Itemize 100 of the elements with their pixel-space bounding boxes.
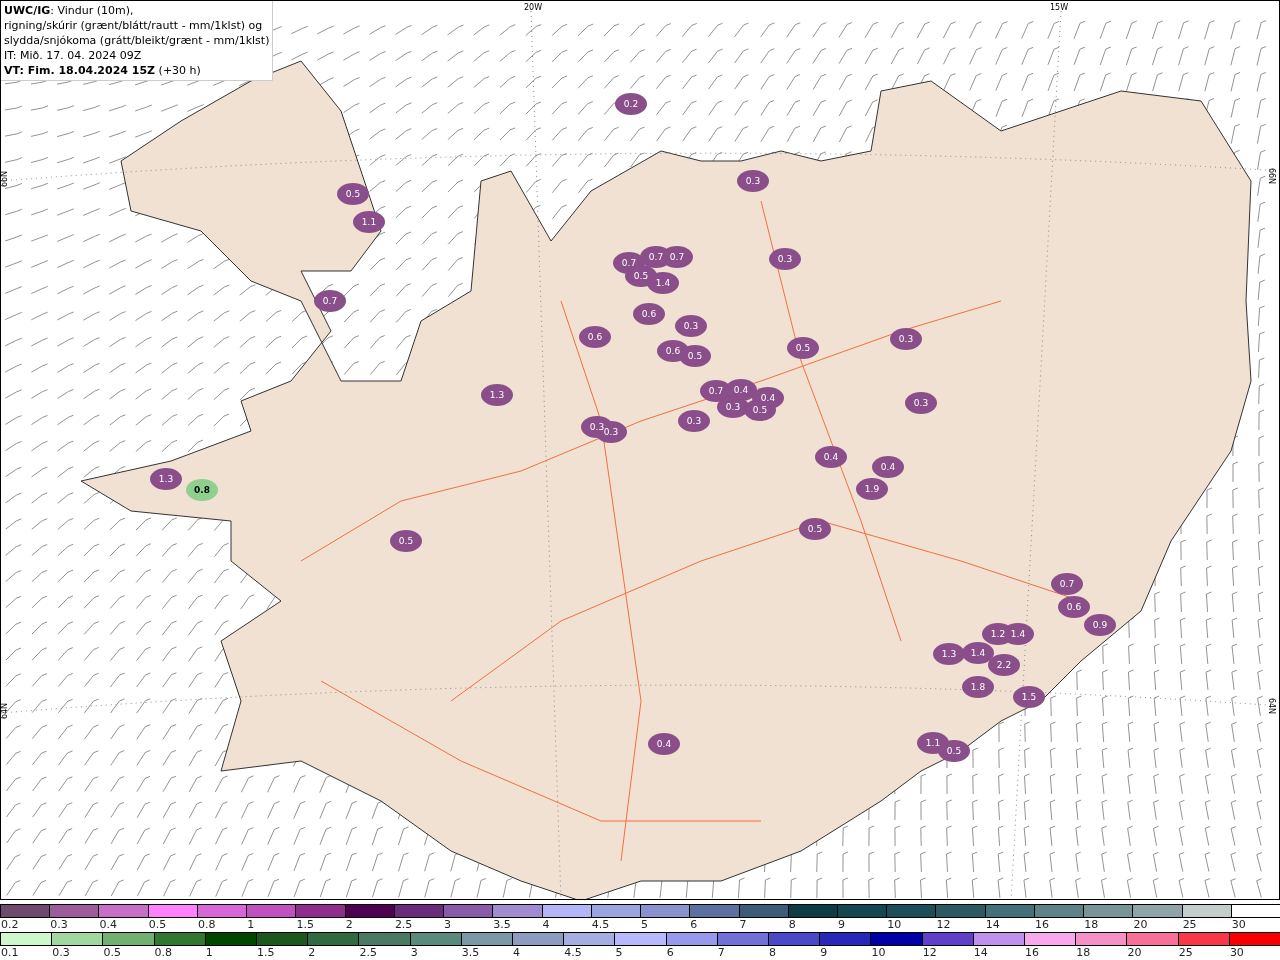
precipitation-area xyxy=(799,518,831,540)
title-line: UWC/IG: Vindur (10m), xyxy=(4,3,135,18)
legend-label: 8 xyxy=(768,946,778,959)
legend-label: 1 xyxy=(204,946,214,959)
legend-label: 12 xyxy=(921,946,938,959)
precipitation-area xyxy=(314,290,346,312)
precipitation-value: 1.3 xyxy=(158,474,174,484)
precipitation-area xyxy=(390,530,422,552)
precipitation-area xyxy=(615,93,647,115)
legend-label: 12 xyxy=(935,918,952,931)
legend-label: 10 xyxy=(870,946,887,959)
precipitation-value: 0.3 xyxy=(913,398,929,408)
legend-label: 16 xyxy=(1033,918,1050,931)
precipitation-value: 0.4 xyxy=(656,739,672,749)
precipitation-area xyxy=(905,392,937,414)
legend-label: 0.8 xyxy=(153,946,174,959)
legend-label: 0.5 xyxy=(102,946,122,959)
precipitation-area xyxy=(186,479,218,501)
precipitation-value: 0.5 xyxy=(398,536,414,546)
precipitation-value: 1.4 xyxy=(970,648,986,658)
precipitation-value: 0.3 xyxy=(589,422,605,432)
precipitation-value: 0.7 xyxy=(621,258,637,268)
legend-label: 9 xyxy=(837,918,846,931)
legend-label: 3.5 xyxy=(492,918,512,931)
precipitation-area xyxy=(678,410,710,432)
legend-label: 0.5 xyxy=(147,918,168,931)
title-line: VT: Fim. 18.04.2024 15Z (+30 h) xyxy=(4,63,202,78)
precipitation-value: 0.4 xyxy=(823,452,839,462)
precipitation-value: 2.2 xyxy=(996,660,1012,670)
precipitation-value: 0.3 xyxy=(683,321,699,331)
precipitation-value: 1.1 xyxy=(925,738,941,748)
precipitation-area xyxy=(872,456,904,478)
precipitation-value: 0.7 xyxy=(669,252,685,262)
legend-label: 1.5 xyxy=(295,918,315,931)
precipitation-area xyxy=(933,643,965,665)
latitude-label: 66N xyxy=(1,170,9,188)
precipitation-value: 0.5 xyxy=(752,405,768,415)
longitude-label: 20W xyxy=(523,3,543,12)
precipitation-value: 0.5 xyxy=(687,351,703,361)
legend-label: 3 xyxy=(409,946,419,959)
precipitation-value: 0.9 xyxy=(1092,620,1108,630)
legend-label: 9 xyxy=(819,946,829,959)
longitude-label: 15W xyxy=(1049,3,1069,12)
legend-label: 2 xyxy=(344,918,354,931)
precipitation-value: 0.3 xyxy=(898,334,914,344)
precipitation-area xyxy=(769,248,801,270)
legend-label: 30 xyxy=(1230,918,1247,931)
precipitation-value: 0.5 xyxy=(807,524,823,534)
legend-label: 14 xyxy=(984,918,1001,931)
legend-label: 20 xyxy=(1132,918,1149,931)
precipitation-area xyxy=(648,733,680,755)
precipitation-area xyxy=(633,303,665,325)
precipitation-area xyxy=(737,170,769,192)
legend-label: 25 xyxy=(1177,946,1194,959)
precipitation-area xyxy=(1058,596,1090,618)
legend-label: 2.5 xyxy=(358,946,378,959)
legend-label: 30 xyxy=(1228,946,1245,959)
precipitation-value: 0.5 xyxy=(633,271,649,281)
legend-label: 0.3 xyxy=(49,918,69,931)
precipitation-area xyxy=(962,642,994,664)
legend-label: 0.2 xyxy=(0,918,20,931)
legend-label: 5 xyxy=(640,918,650,931)
precipitation-area xyxy=(353,211,385,233)
precipitation-value: 0.6 xyxy=(587,332,603,342)
precipitation-area xyxy=(1084,614,1116,636)
legend-label: 2 xyxy=(307,946,317,959)
precipitation-area xyxy=(337,183,369,205)
precipitation-value: 0.3 xyxy=(745,176,761,186)
precipitation-value: 1.3 xyxy=(489,390,505,400)
legend-label: 18 xyxy=(1083,918,1100,931)
precipitation-value: 0.3 xyxy=(686,416,702,426)
legend-label: 6 xyxy=(689,918,699,931)
legend-label: 3 xyxy=(443,918,453,931)
precipitation-value: 0.5 xyxy=(946,746,962,756)
legend-label: 5 xyxy=(614,946,624,959)
precipitation-value: 1.4 xyxy=(655,278,671,288)
latitude-label: 64N xyxy=(1,702,9,720)
precipitation-area xyxy=(481,384,513,406)
precipitation-value: 0.5 xyxy=(345,189,361,199)
legend-label: 10 xyxy=(886,918,903,931)
legend-label: 4.5 xyxy=(563,946,583,959)
legend-label: 0.4 xyxy=(98,918,118,931)
legend-label: 2.5 xyxy=(393,918,414,931)
legend-label: 16 xyxy=(1024,946,1041,959)
legend-label: 7 xyxy=(716,946,726,959)
precipitation-value: 1.4 xyxy=(1010,629,1026,639)
precipitation-area xyxy=(1013,686,1045,708)
precipitation-value: 0.4 xyxy=(733,385,749,395)
precipitation-area xyxy=(1051,573,1083,595)
precipitation-area xyxy=(962,676,994,698)
precipitation-value: 0.7 xyxy=(322,296,338,306)
precipitation-area xyxy=(815,446,847,468)
precipitation-value: 1.8 xyxy=(970,682,986,692)
precipitation-value: 0.8 xyxy=(194,485,210,495)
legend-label: 18 xyxy=(1075,946,1092,959)
legend-label: 4 xyxy=(541,918,551,931)
legend-label: 25 xyxy=(1181,918,1198,931)
precipitation-value: 0.6 xyxy=(1066,602,1082,612)
title-line: IT: Mið. 17. 04. 2024 09Z xyxy=(4,48,143,63)
precipitation-area xyxy=(150,468,182,490)
